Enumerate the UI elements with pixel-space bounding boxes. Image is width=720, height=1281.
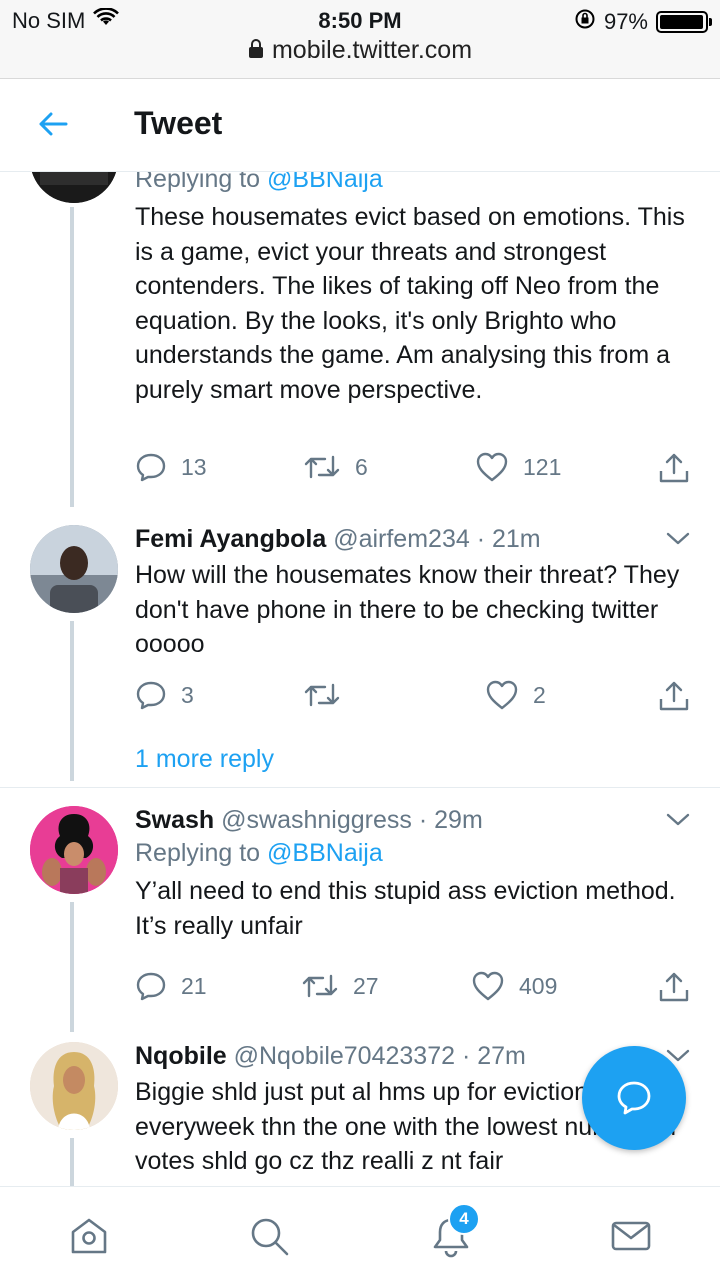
like-count: 2 <box>533 681 546 708</box>
thread-dots <box>70 743 74 783</box>
browser-status-bar: No SIM 8:50 PM 97% mobile.twitter.com <box>0 0 720 79</box>
mention-link[interactable]: @BBNaija <box>267 171 383 193</box>
back-button[interactable] <box>36 107 70 146</box>
page-header: Tweet <box>0 79 720 172</box>
timestamp[interactable]: 29m <box>434 806 483 834</box>
search-icon <box>251 1218 289 1256</box>
thread-line <box>70 902 74 1032</box>
thread-line <box>70 207 74 507</box>
retweet-count: 6 <box>355 453 368 480</box>
back-arrow-icon <box>39 112 68 136</box>
tweet-options-button[interactable] <box>666 812 690 833</box>
mail-icon <box>611 1221 651 1251</box>
tweet-text: Y’all need to end this stupid ass evicti… <box>135 877 676 940</box>
avatar[interactable] <box>30 806 118 894</box>
tweet[interactable]: Swash @swashniggress · 29m Replying to @… <box>0 788 720 1038</box>
replying-to: Replying to @BBNaija <box>135 171 695 194</box>
reply-count: 3 <box>181 681 194 708</box>
retweet-button[interactable]: 6 <box>303 451 368 483</box>
replying-to: Replying to @BBNaija <box>135 839 383 867</box>
tweet-actions: 3 2 <box>135 679 695 719</box>
tweet[interactable]: Femi Ayangbola @airfem234 · 21m How will… <box>0 517 720 787</box>
page-title: Tweet <box>134 105 223 141</box>
tweet-header: Swash @swashniggress · 29m <box>135 806 483 834</box>
retweet-icon <box>304 683 340 707</box>
share-button[interactable] <box>657 970 691 1004</box>
reply-button[interactable]: 21 <box>135 970 207 1002</box>
speech-bubble-icon <box>617 1081 651 1115</box>
reply-timeline[interactable]: Replying to @BBNaija These housemates ev… <box>0 171 720 1186</box>
reply-button[interactable]: 13 <box>135 451 207 483</box>
avatar[interactable] <box>30 1042 118 1130</box>
reply-icon <box>136 681 166 710</box>
battery-icon <box>656 11 712 33</box>
share-button[interactable] <box>657 451 691 485</box>
retweet-count: 27 <box>353 972 379 999</box>
like-count: 409 <box>519 972 558 999</box>
url-bar[interactable]: mobile.twitter.com <box>0 36 720 66</box>
compose-reply-button[interactable] <box>582 1046 686 1150</box>
heart-icon <box>486 680 518 710</box>
reply-button[interactable]: 3 <box>135 679 194 711</box>
tweet-options-button[interactable] <box>666 531 690 552</box>
display-name[interactable]: Femi Ayangbola <box>135 525 326 553</box>
user-handle[interactable]: @swashniggress <box>221 806 412 834</box>
retweet-icon <box>302 974 338 998</box>
tweet[interactable]: Replying to @BBNaija These housemates ev… <box>0 171 720 517</box>
chevron-down-icon <box>666 813 690 826</box>
tweet-actions: 13 6 121 <box>135 451 695 491</box>
share-icon <box>659 681 689 711</box>
share-icon <box>659 972 689 1002</box>
battery-percent: 97% <box>603 9 648 34</box>
nav-notifications[interactable]: 4 <box>426 1203 480 1261</box>
avatar[interactable] <box>30 525 118 613</box>
timestamp[interactable]: 21m <box>492 525 541 553</box>
retweet-icon <box>304 455 340 479</box>
tweet-text: How will the housemates know their threa… <box>135 561 680 658</box>
reply-icon <box>136 453 166 482</box>
chevron-down-icon <box>666 532 690 545</box>
battery-fill <box>660 15 703 29</box>
thread-line <box>70 1138 74 1186</box>
share-icon <box>659 453 689 483</box>
nav-home[interactable] <box>64 1211 114 1261</box>
tweet-text: These housemates evict based on emotions… <box>135 203 685 404</box>
bottom-navigation: 4 <box>0 1186 720 1281</box>
heart-icon <box>476 452 508 482</box>
display-name[interactable]: Nqobile <box>135 1042 227 1070</box>
nav-messages[interactable] <box>606 1211 656 1261</box>
user-handle[interactable]: @Nqobile70423372 <box>234 1042 455 1070</box>
reply-count: 13 <box>181 453 207 480</box>
like-count: 121 <box>523 453 562 480</box>
nav-search[interactable] <box>244 1211 294 1261</box>
tweet-actions: 21 27 409 <box>135 970 695 1010</box>
lock-icon <box>248 37 264 66</box>
notification-badge: 4 <box>448 1203 480 1235</box>
avatar[interactable] <box>30 171 118 203</box>
like-button[interactable]: 2 <box>485 679 546 711</box>
heart-icon <box>472 971 504 1001</box>
reply-icon <box>136 972 166 1001</box>
share-button[interactable] <box>657 679 691 713</box>
like-button[interactable]: 121 <box>475 451 561 483</box>
tweet-header: Femi Ayangbola @airfem234 · 21m <box>135 525 541 553</box>
more-replies-link[interactable]: 1 more reply <box>135 745 274 774</box>
home-icon <box>71 1218 107 1254</box>
user-handle[interactable]: @airfem234 <box>333 525 470 553</box>
mention-link[interactable]: @BBNaija <box>267 839 383 867</box>
rotation-lock-icon <box>574 8 596 36</box>
timestamp[interactable]: 27m <box>477 1042 526 1070</box>
display-name[interactable]: Swash <box>135 806 214 834</box>
retweet-button[interactable] <box>303 679 355 711</box>
retweet-button[interactable]: 27 <box>301 970 379 1002</box>
reply-count: 21 <box>181 972 207 999</box>
like-button[interactable]: 409 <box>471 970 557 1002</box>
url-text: mobile.twitter.com <box>271 36 473 64</box>
